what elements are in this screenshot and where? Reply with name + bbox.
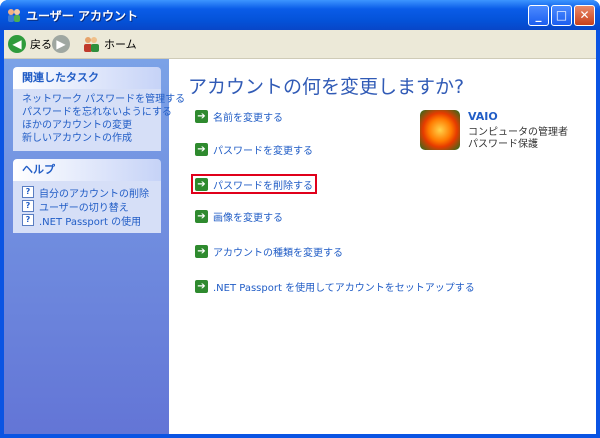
help-icon: ? <box>22 214 34 226</box>
help-icon: ? <box>22 186 34 198</box>
related-tasks-list: ネットワーク パスワードを管理する パスワードを忘れないようにする ほかのアカウ… <box>13 89 185 151</box>
task-manage-network-passwords[interactable]: ネットワーク パスワードを管理する <box>22 93 185 106</box>
green-arrow-icon: ➔ <box>195 209 208 223</box>
help-label: 自分のアカウントの削除 <box>39 188 149 200</box>
home-button[interactable]: ホーム <box>82 34 137 54</box>
title-bar[interactable]: ユーザー アカウント _ □ ✕ <box>0 0 600 30</box>
client-area: 関連したタスク ネットワーク パスワードを管理する パスワードを忘れないようにす… <box>4 59 596 434</box>
sidebar: 関連したタスク ネットワーク パスワードを管理する パスワードを忘れないようにす… <box>4 59 185 434</box>
related-tasks-panel: 関連したタスク ネットワーク パスワードを管理する パスワードを忘れないようにす… <box>13 67 185 151</box>
task-change-another-account[interactable]: ほかのアカウントの変更 <box>22 119 161 132</box>
setup-net-passport-link[interactable]: ➔ .NET Passport を使用してアカウントをセットアップする <box>195 278 475 294</box>
page-title: アカウントの何を変更しますか? <box>188 76 465 98</box>
change-name-link[interactable]: ➔ 名前を変更する <box>195 108 283 124</box>
action-label: .NET Passport を使用してアカウントをセットアップする <box>213 282 475 294</box>
help-delete-own-account[interactable]: ? 自分のアカウントの削除 <box>22 185 161 200</box>
action-label: パスワードを変更する <box>213 145 313 157</box>
window-title: ユーザー アカウント <box>26 9 138 23</box>
main-pane: アカウントの何を変更しますか? ➔ 名前を変更する ➔ パスワードを変更する ➔… <box>169 59 596 434</box>
help-label: ユーザーの切り替え <box>39 202 129 214</box>
close-button[interactable]: ✕ <box>574 5 595 26</box>
green-arrow-icon: ➔ <box>195 244 208 258</box>
task-create-new-account[interactable]: 新しいアカウントの作成 <box>22 132 161 145</box>
help-switch-users[interactable]: ? ユーザーの切り替え <box>22 199 161 214</box>
help-net-passport[interactable]: ? .NET Passport の使用 <box>22 213 161 228</box>
green-arrow-icon: ➔ <box>195 177 208 191</box>
green-arrow-icon: ➔ <box>195 279 208 293</box>
account-name: VAIO <box>468 110 498 123</box>
action-label: 名前を変更する <box>213 112 283 124</box>
toolbar: ◀ 戻る ▶ ホーム <box>4 30 596 59</box>
back-label: 戻る <box>30 38 52 51</box>
help-icon: ? <box>22 200 34 212</box>
help-list: ? 自分のアカウントの削除 ? ユーザーの切り替え ? .NET Passpor… <box>13 181 161 233</box>
back-button[interactable]: ◀ 戻る <box>8 34 52 54</box>
remove-password-link[interactable]: ➔ パスワードを削除する <box>191 174 317 194</box>
maximize-button[interactable]: □ <box>551 5 572 26</box>
account-status: パスワード保護 <box>468 139 538 150</box>
action-label: アカウントの種類を変更する <box>213 247 343 259</box>
change-picture-link[interactable]: ➔ 画像を変更する <box>195 208 283 224</box>
minimize-button[interactable]: _ <box>528 5 549 26</box>
green-arrow-icon: ➔ <box>195 109 208 123</box>
help-panel: ヘルプ ? 自分のアカウントの削除 ? ユーザーの切り替え ? .NET Pas… <box>13 159 161 233</box>
action-label: パスワードを削除する <box>213 180 313 192</box>
back-arrow-icon: ◀ <box>8 35 26 53</box>
action-label: 画像を変更する <box>213 212 283 224</box>
related-tasks-title: 関連したタスク <box>13 67 161 89</box>
forward-arrow-icon: ▶ <box>52 35 70 53</box>
home-label: ホーム <box>104 38 137 51</box>
flower-avatar <box>420 110 460 150</box>
green-arrow-icon: ➔ <box>195 142 208 156</box>
help-title: ヘルプ <box>13 159 161 181</box>
forward-button[interactable]: ▶ <box>52 34 70 54</box>
change-password-link[interactable]: ➔ パスワードを変更する <box>195 141 313 157</box>
task-prevent-forgotten-password[interactable]: パスワードを忘れないようにする <box>22 106 172 119</box>
users-icon <box>8 9 20 22</box>
change-account-type-link[interactable]: ➔ アカウントの種類を変更する <box>195 243 343 259</box>
users-home-icon <box>84 37 99 52</box>
user-accounts-window: ユーザー アカウント _ □ ✕ ◀ 戻る ▶ ホーム 関連したタスク ネットワ… <box>0 0 600 438</box>
help-label: .NET Passport の使用 <box>39 216 142 228</box>
